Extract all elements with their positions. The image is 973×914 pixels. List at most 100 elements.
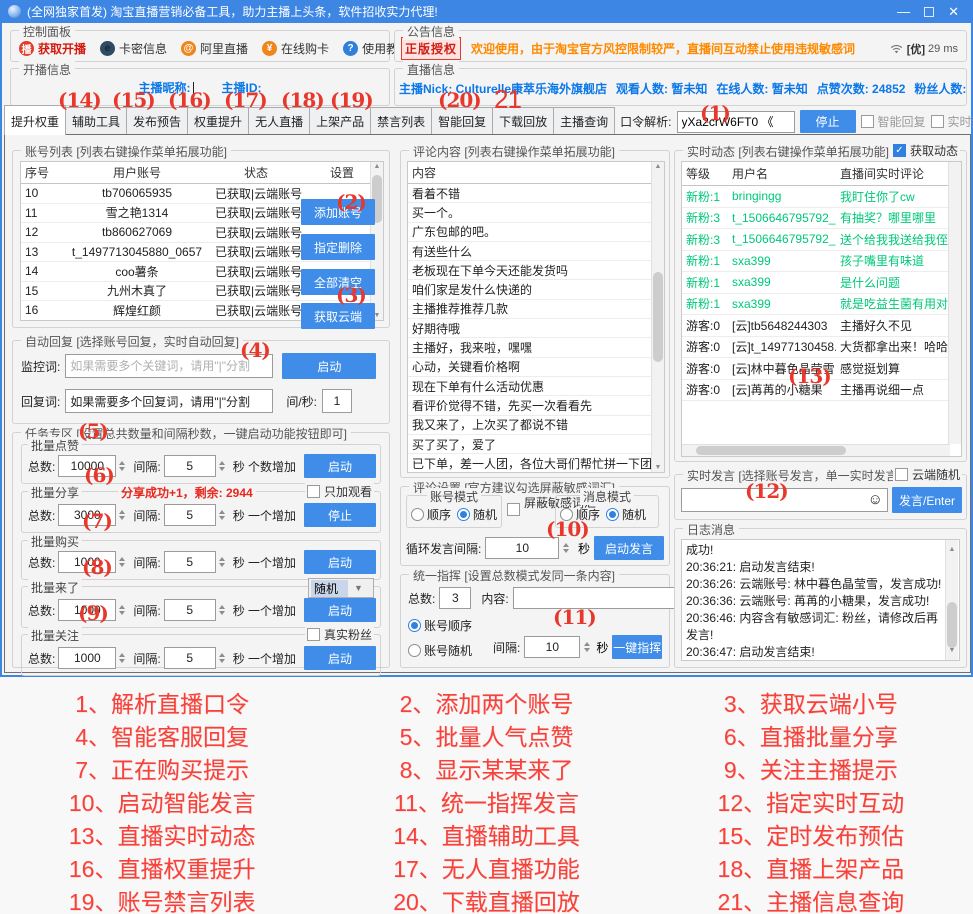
buy-total-spinner[interactable] [119, 557, 130, 567]
share-interval-input[interactable] [164, 504, 216, 526]
command-parse-input[interactable] [677, 111, 795, 133]
callout-15: (15) [112, 88, 155, 112]
came-interval-spinner[interactable] [219, 605, 230, 615]
account-order-radio[interactable]: 账号顺序 [408, 617, 472, 634]
comment-row[interactable]: 好期待哦 [408, 319, 664, 338]
comment-row[interactable]: 主播好，我来啦，嘿嘿 [408, 338, 664, 357]
reply-interval-input[interactable] [322, 389, 352, 413]
control-panel-button[interactable]: @ 阿里直播 [181, 40, 248, 57]
comment-row[interactable]: 现在下单有什么活动优惠 [408, 377, 664, 396]
realtime-hscrollbar[interactable] [682, 444, 950, 456]
realtime-row[interactable]: 新粉:3 t_1506646795792_... 有抽奖？哪里哪里 [682, 208, 961, 230]
share-interval-spinner[interactable] [219, 510, 230, 520]
like-interval-input[interactable] [164, 455, 216, 477]
loop-interval-spinner[interactable] [563, 543, 574, 553]
close-button[interactable]: ✕ [948, 4, 959, 20]
comment-row[interactable]: 买了买了，爱了 [408, 435, 664, 454]
buy-interval-spinner[interactable] [219, 557, 230, 567]
realtime-row[interactable]: 新粉:1 sxa399 孩子嘴里有味道 [682, 251, 961, 273]
block-sensitive-checkbox[interactable]: 屏蔽敏感词汇 [507, 497, 550, 516]
tab-anchor-query[interactable]: 主播查询 [553, 107, 615, 135]
control-panel-button[interactable]: ¥ 在线购卡 [262, 40, 329, 57]
realtime-user: t_1506646795792_... [728, 232, 836, 246]
start-speaking-button[interactable]: 启动发言 [594, 536, 664, 560]
follow-interval-input[interactable] [164, 647, 216, 669]
comment-text: 现在下单有什么活动优惠 [408, 378, 664, 395]
comment-row[interactable]: 广东包邮的吧。 [408, 223, 664, 242]
comment-row[interactable]: 有送些什么 [408, 242, 664, 261]
account-mode-random-radio[interactable]: 随机 [457, 506, 497, 523]
command-parse-label: 口令解析: [620, 113, 671, 130]
realtime-row[interactable]: 新粉:1 bringingg 我盯住你了cw [682, 186, 961, 208]
unified-total-input[interactable] [439, 587, 471, 609]
watch-only-checkbox[interactable]: 只加观看 [305, 483, 374, 500]
comment-row[interactable]: 看评价觉得不错，先买一次看看先 [408, 396, 664, 415]
comment-row[interactable]: 买一个。 [408, 203, 664, 222]
comment-row[interactable]: 已下单，差一人团，各位大哥们帮忙拼一下团 [408, 454, 664, 473]
emoji-icon[interactable]: ☺ [868, 491, 883, 508]
account-mode-order-radio[interactable]: 顺序 [411, 506, 451, 523]
realtime-user: [云]tb5648244303 [728, 317, 836, 334]
came-interval-input[interactable] [164, 599, 216, 621]
comments-scrollbar[interactable]: ▲▼ [651, 162, 664, 472]
comment-row[interactable]: 老板现在下单今天还能发货吗 [408, 261, 664, 280]
callout-20: (20) [438, 88, 481, 112]
log-line: 成功! [686, 542, 943, 559]
comment-row[interactable]: 看着不错 [408, 184, 664, 203]
follow-total-input[interactable] [58, 647, 116, 669]
realtime-speak-group: 实时发言 [选择账号发言，单一实时发言] 云端随机 ☺ 发言/Enter [674, 474, 967, 520]
came-total-spinner[interactable] [119, 605, 130, 615]
realtime-row[interactable]: 新粉:1 sxa399 就是吃益生菌有用对吗 [682, 294, 961, 316]
auto-reply-start-button[interactable]: 启动 [282, 353, 376, 379]
fetch-activity-checkbox[interactable]: ✓获取动态 [891, 142, 960, 159]
annotation-item: 6、直播批量分享 [649, 718, 973, 751]
announcement-title: 公告信息 [403, 23, 459, 40]
unified-interval-input[interactable] [524, 636, 580, 658]
reply-word-input[interactable] [65, 389, 273, 413]
one-key-command-button[interactable]: 一键指挥 [612, 635, 662, 659]
came-mode-dropdown[interactable]: 随机 ▼ [308, 578, 374, 598]
tab-mute-list[interactable]: 禁言列表 [370, 107, 432, 135]
delete-selected-button[interactable]: 指定删除 [301, 234, 375, 260]
control-panel-button[interactable]: 播 获取开播 [19, 40, 86, 57]
follow-start-button[interactable]: 启动 [304, 646, 376, 670]
comment-row[interactable]: 主播推荐推荐几款 [408, 300, 664, 319]
smart-reply-checkbox[interactable]: 智能回复 [861, 113, 926, 130]
maximize-button[interactable] [924, 7, 934, 17]
batch-follow-label: 批量关注 [28, 627, 82, 644]
unified-interval-spinner[interactable] [584, 642, 592, 652]
share-total-spinner[interactable] [119, 510, 130, 520]
realtime-row[interactable]: 游客:0 [云]tb5648244303 主播好久不见 [682, 315, 961, 337]
account-random-radio[interactable]: 账号随机 [408, 642, 472, 659]
realtime-mute-checkbox[interactable]: 实时禁言 [931, 113, 973, 130]
realtime-row[interactable]: 新粉:1 sxa399 是什么问题 [682, 272, 961, 294]
like-start-button[interactable]: 启动 [304, 454, 376, 478]
follow-total-spinner[interactable] [119, 653, 130, 663]
speak-enter-button[interactable]: 发言/Enter [892, 487, 962, 513]
message-mode-random-radio[interactable]: 随机 [606, 506, 646, 523]
realtime-row[interactable]: 新粉:3 t_1506646795792_... 送个给我我送给我侄子 [682, 229, 961, 251]
realtime-level: 新粉:1 [682, 295, 728, 312]
chevron-down-icon: ▼ [354, 583, 363, 593]
comment-text: 咱们家是发什么快递的 [408, 281, 664, 298]
tab-boost-weight[interactable]: 提升权重 [4, 105, 66, 135]
control-panel-button[interactable]: e 卡密信息 [100, 40, 167, 57]
like-interval-spinner[interactable] [219, 461, 230, 471]
follow-interval-spinner[interactable] [219, 653, 230, 663]
realtime-vscrollbar[interactable] [948, 162, 961, 444]
comment-row[interactable]: 心动，关键看价格啊 [408, 358, 664, 377]
comment-row[interactable]: 咱们家是发什么快递的 [408, 280, 664, 299]
log-scrollbar[interactable]: ▲▼ [945, 540, 958, 660]
came-start-button[interactable]: 启动 [304, 598, 376, 622]
buy-interval-input[interactable] [164, 551, 216, 573]
stop-button[interactable]: 停止 [800, 110, 856, 133]
share-stop-button[interactable]: 停止 [304, 503, 376, 527]
buy-start-button[interactable]: 启动 [304, 550, 376, 574]
minimize-button[interactable]: — [897, 4, 910, 19]
log-group: 日志消息 成功!20:36:21: 启动发言结束!20:36:26: 云端账号:… [674, 528, 967, 668]
like-total-spinner[interactable] [119, 461, 130, 471]
real-fans-checkbox[interactable]: 真实粉丝 [305, 626, 374, 643]
realtime-row[interactable]: 游客:0 [云]t_14977130458... 大货都拿出来！哈哈 [682, 337, 961, 359]
cloud-random-checkbox[interactable]: 云端随机 [893, 466, 962, 483]
comment-row[interactable]: 我又来了，上次买了都说不错 [408, 416, 664, 435]
